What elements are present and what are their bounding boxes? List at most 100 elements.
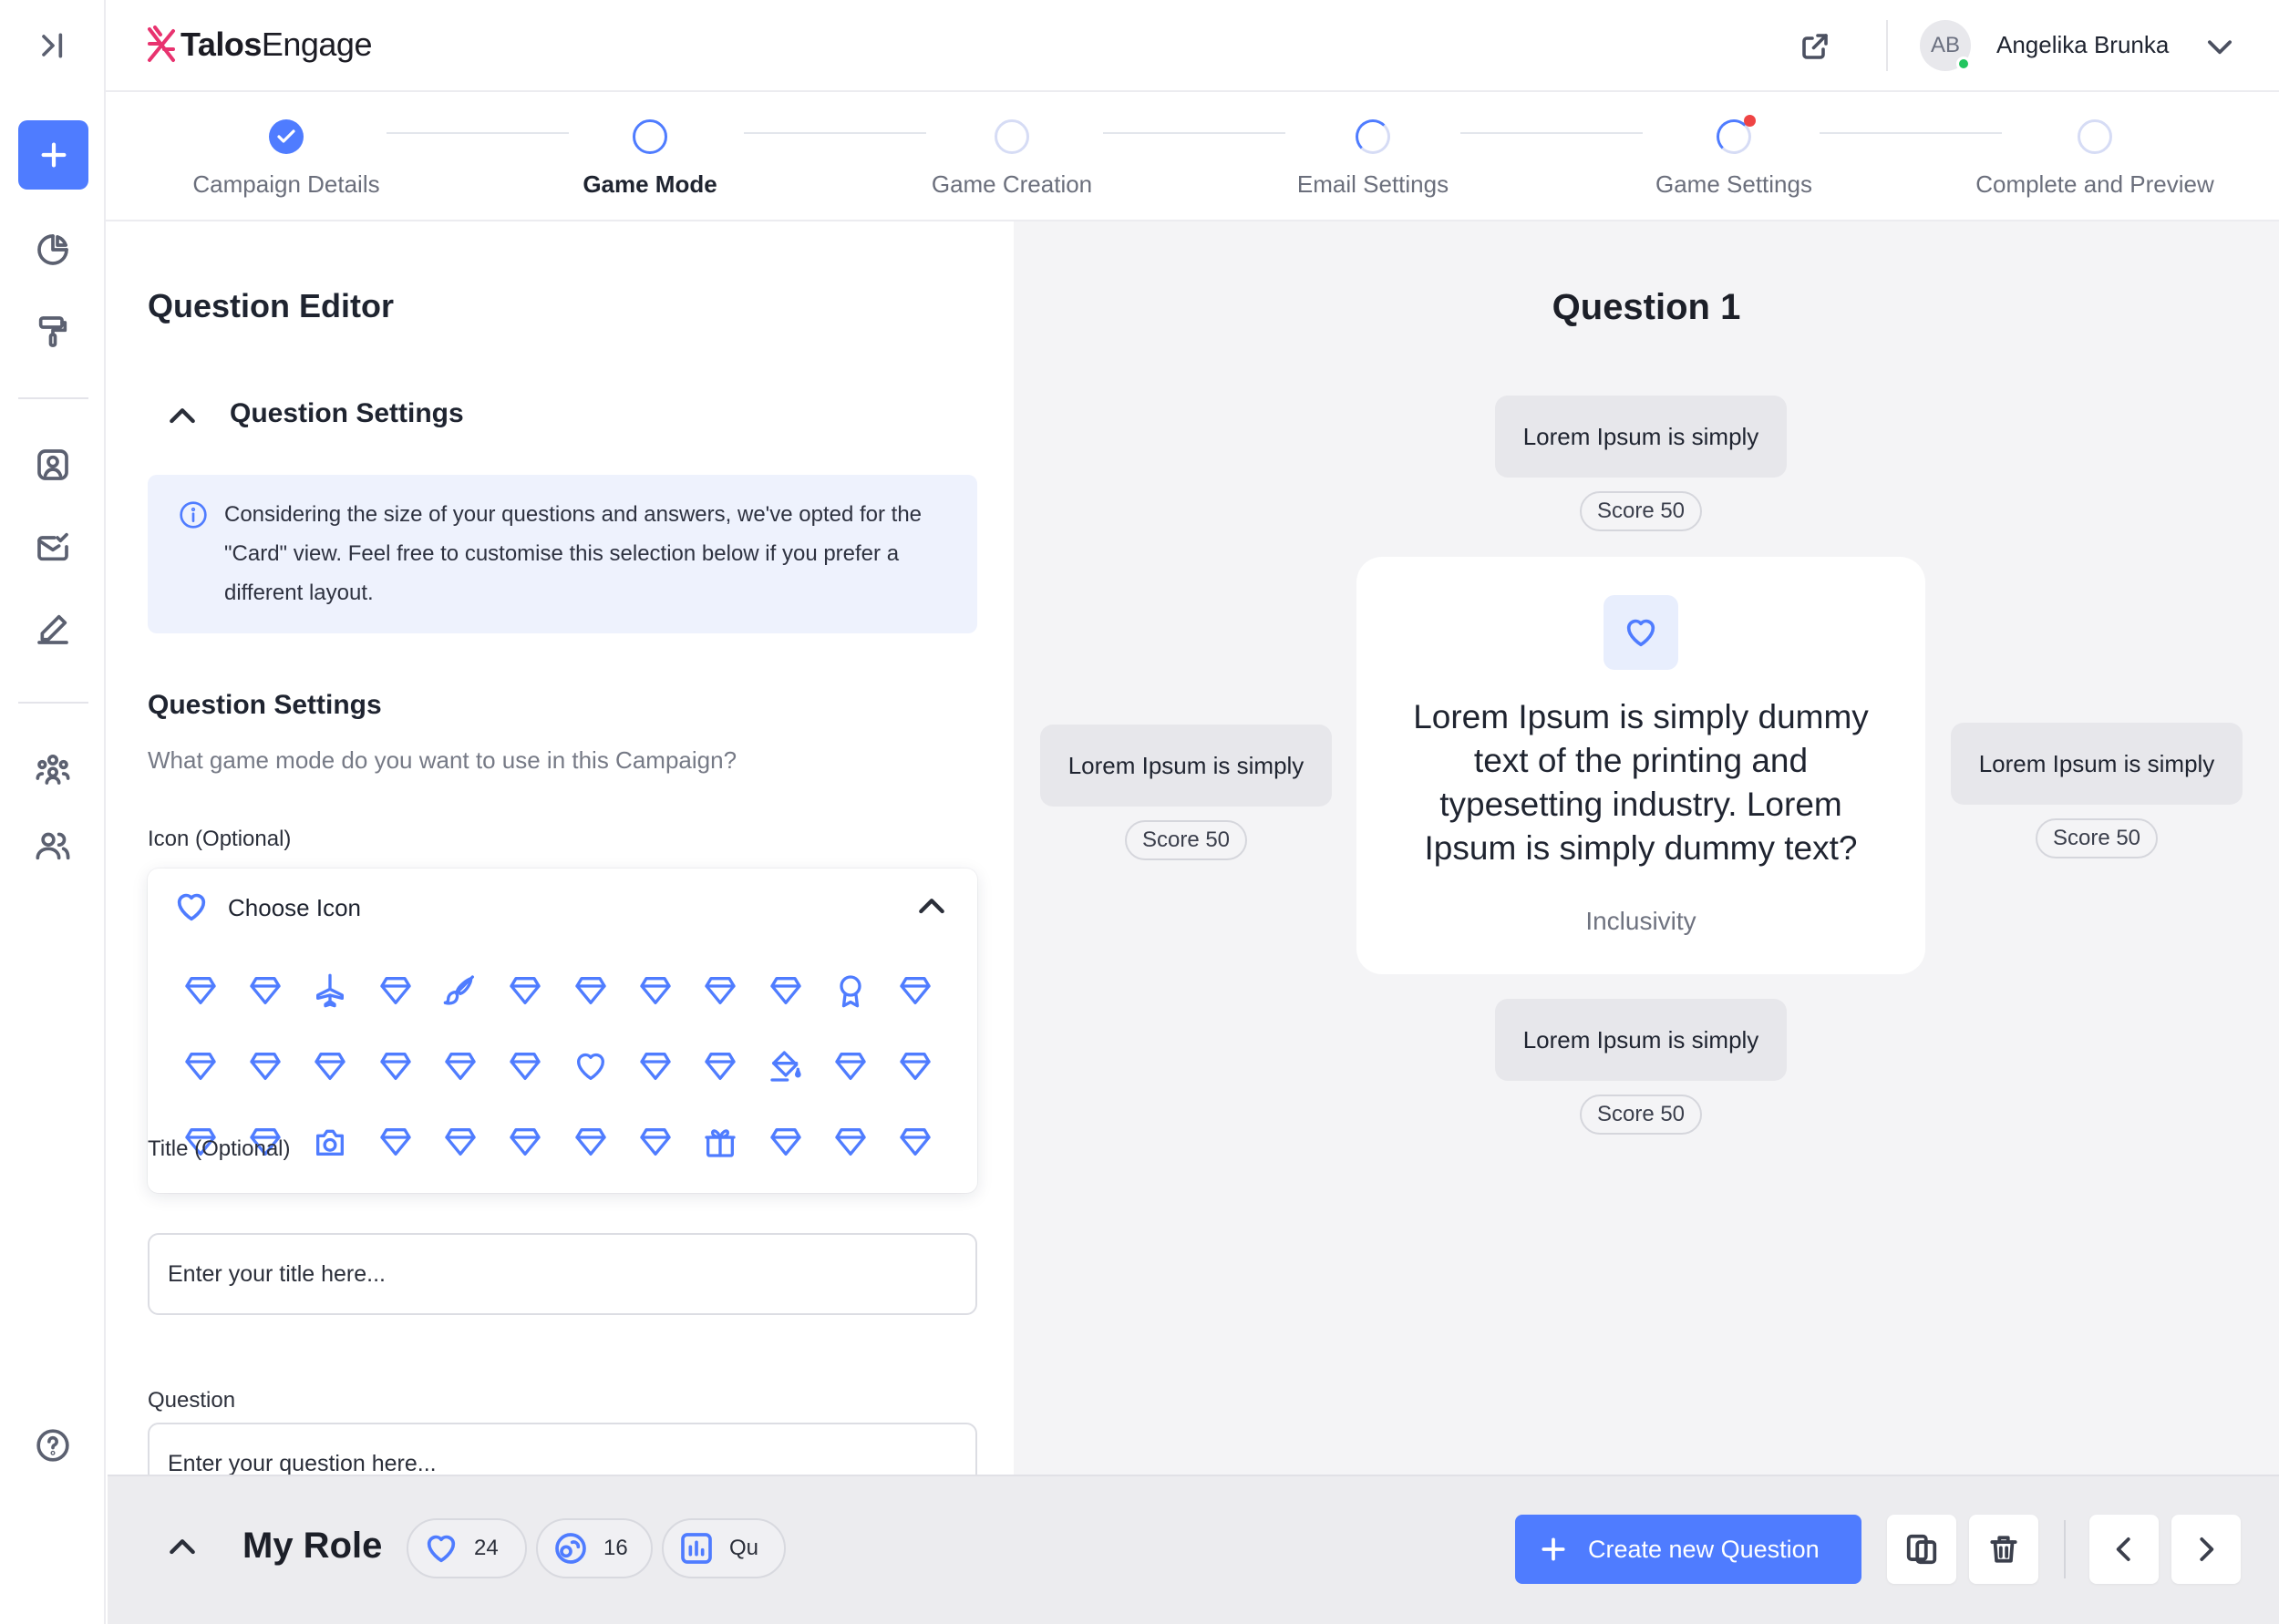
gem-icon[interactable] — [493, 952, 558, 1028]
answer-left[interactable]: Lorem Ipsum is simply — [1040, 725, 1332, 807]
topbar-divider — [1886, 20, 1888, 71]
external-link-icon[interactable] — [1790, 22, 1840, 71]
gem-icon[interactable] — [363, 1028, 428, 1104]
create-question-button[interactable]: Create new Question — [1515, 1515, 1861, 1584]
step-indicator — [1356, 119, 1390, 154]
gem-icon[interactable] — [168, 952, 232, 1028]
gem-icon[interactable] — [883, 1104, 948, 1179]
chevron-up-icon[interactable] — [164, 1529, 201, 1566]
step-game-mode[interactable]: Game Mode — [468, 119, 832, 199]
paint-roller-icon[interactable] — [0, 303, 106, 361]
paint-bucket-icon[interactable] — [753, 1028, 818, 1104]
next-button[interactable] — [2171, 1515, 2241, 1584]
user-name[interactable]: Angelika Brunka — [1996, 31, 2169, 59]
user-square-icon[interactable] — [0, 436, 106, 494]
team-icon[interactable] — [0, 740, 106, 798]
gem-icon[interactable] — [883, 1028, 948, 1104]
answer-bottom[interactable]: Lorem Ipsum is simply — [1495, 999, 1787, 1081]
questions-chip[interactable]: Qu — [662, 1518, 786, 1578]
previous-button[interactable] — [2089, 1515, 2159, 1584]
likes-chip[interactable]: 24 — [407, 1518, 527, 1578]
accordion-title[interactable]: Question Settings — [230, 398, 464, 429]
title-input[interactable] — [148, 1233, 977, 1315]
gem-icon[interactable] — [428, 1104, 492, 1179]
brush-icon[interactable] — [428, 952, 492, 1028]
users-icon[interactable] — [0, 817, 106, 875]
expand-sidebar-icon[interactable] — [0, 16, 106, 75]
add-button[interactable] — [18, 120, 88, 190]
sidebar-divider — [18, 397, 88, 399]
question-input[interactable] — [148, 1423, 977, 1475]
step-indicator — [995, 119, 1029, 154]
award-icon[interactable] — [818, 952, 882, 1028]
gem-icon[interactable] — [558, 1104, 623, 1179]
question-editor-panel: Question Editor Question Settings Consid… — [108, 221, 1014, 1475]
chevron-down-icon[interactable] — [2202, 29, 2237, 64]
pen-icon[interactable] — [0, 600, 106, 658]
chevron-up-icon[interactable] — [913, 889, 950, 925]
coins-chip[interactable]: 16 — [536, 1518, 653, 1578]
gem-icon[interactable] — [363, 952, 428, 1028]
step-label: Complete and Preview — [1975, 170, 2214, 198]
gem-icon[interactable] — [753, 1104, 818, 1179]
duplicate-button[interactable] — [1887, 1515, 1956, 1584]
gem-icon[interactable] — [232, 952, 297, 1028]
gem-icon[interactable] — [168, 1028, 232, 1104]
choose-icon-label[interactable]: Choose Icon — [228, 894, 361, 922]
mail-check-icon[interactable] — [0, 518, 106, 576]
bar-chart-icon — [681, 1533, 712, 1564]
progress-stepper: Campaign Details Game Mode Game Creation… — [106, 92, 2279, 221]
gem-icon[interactable] — [623, 1104, 687, 1179]
camera-icon[interactable] — [298, 1104, 363, 1179]
gem-icon[interactable] — [558, 952, 623, 1028]
chevron-left-icon — [2116, 1537, 2130, 1561]
talos-engage-logo[interactable]: TalosEngage — [146, 24, 372, 66]
question-preview-panel: Question 1 Lorem Ipsum is simply Score 5… — [1014, 221, 2279, 1475]
delete-button[interactable] — [1969, 1515, 2038, 1584]
gem-icon[interactable] — [818, 1028, 882, 1104]
gem-icon[interactable] — [753, 952, 818, 1028]
gem-icon[interactable] — [298, 1028, 363, 1104]
step-campaign-details[interactable]: Campaign Details — [104, 119, 469, 199]
chevron-up-icon[interactable] — [164, 398, 201, 435]
answer-right[interactable]: Lorem Ipsum is simply — [1951, 723, 2243, 805]
gem-icon[interactable] — [493, 1028, 558, 1104]
gem-icon[interactable] — [493, 1104, 558, 1179]
step-email-settings[interactable]: Email Settings — [1191, 119, 1555, 199]
sidebar — [0, 0, 106, 1624]
gem-icon[interactable] — [883, 952, 948, 1028]
check-icon — [269, 119, 304, 154]
step-indicator — [1717, 115, 1756, 154]
coins-icon — [555, 1533, 586, 1564]
plane-icon[interactable] — [298, 952, 363, 1028]
gem-icon[interactable] — [623, 952, 687, 1028]
gem-icon[interactable] — [818, 1104, 882, 1179]
gem-icon[interactable] — [623, 1028, 687, 1104]
step-indicator — [633, 119, 667, 154]
step-complete-and-preview[interactable]: Complete and Preview — [1913, 119, 2277, 199]
plus-icon — [1542, 1537, 1565, 1561]
heart-icon[interactable] — [558, 1028, 623, 1104]
help-icon[interactable] — [0, 1416, 106, 1475]
gem-icon[interactable] — [363, 1104, 428, 1179]
pie-chart-icon[interactable] — [0, 221, 106, 279]
answer-top[interactable]: Lorem Ipsum is simply — [1495, 396, 1787, 478]
gem-icon[interactable] — [688, 952, 753, 1028]
alert-dot — [1744, 115, 1756, 127]
gem-icon[interactable] — [232, 1028, 297, 1104]
gem-icon[interactable] — [428, 1028, 492, 1104]
step-game-creation[interactable]: Game Creation — [830, 119, 1194, 199]
gem-icon[interactable] — [688, 1028, 753, 1104]
step-game-settings[interactable]: Game Settings — [1552, 115, 1916, 199]
step-label: Campaign Details — [192, 170, 380, 198]
question-card: Lorem Ipsum is simply dummy text of the … — [1356, 557, 1925, 974]
trash-icon — [1990, 1536, 2017, 1563]
logo-mark-icon — [148, 26, 175, 62]
copy-icon — [1906, 1534, 1937, 1565]
gift-icon[interactable] — [688, 1104, 753, 1179]
heart-icon — [173, 889, 210, 925]
online-status-dot — [1956, 57, 1971, 71]
score-badge: Score 50 — [1580, 1095, 1702, 1135]
score-badge: Score 50 — [1580, 491, 1702, 531]
category-label: Inclusivity — [1585, 907, 1696, 935]
